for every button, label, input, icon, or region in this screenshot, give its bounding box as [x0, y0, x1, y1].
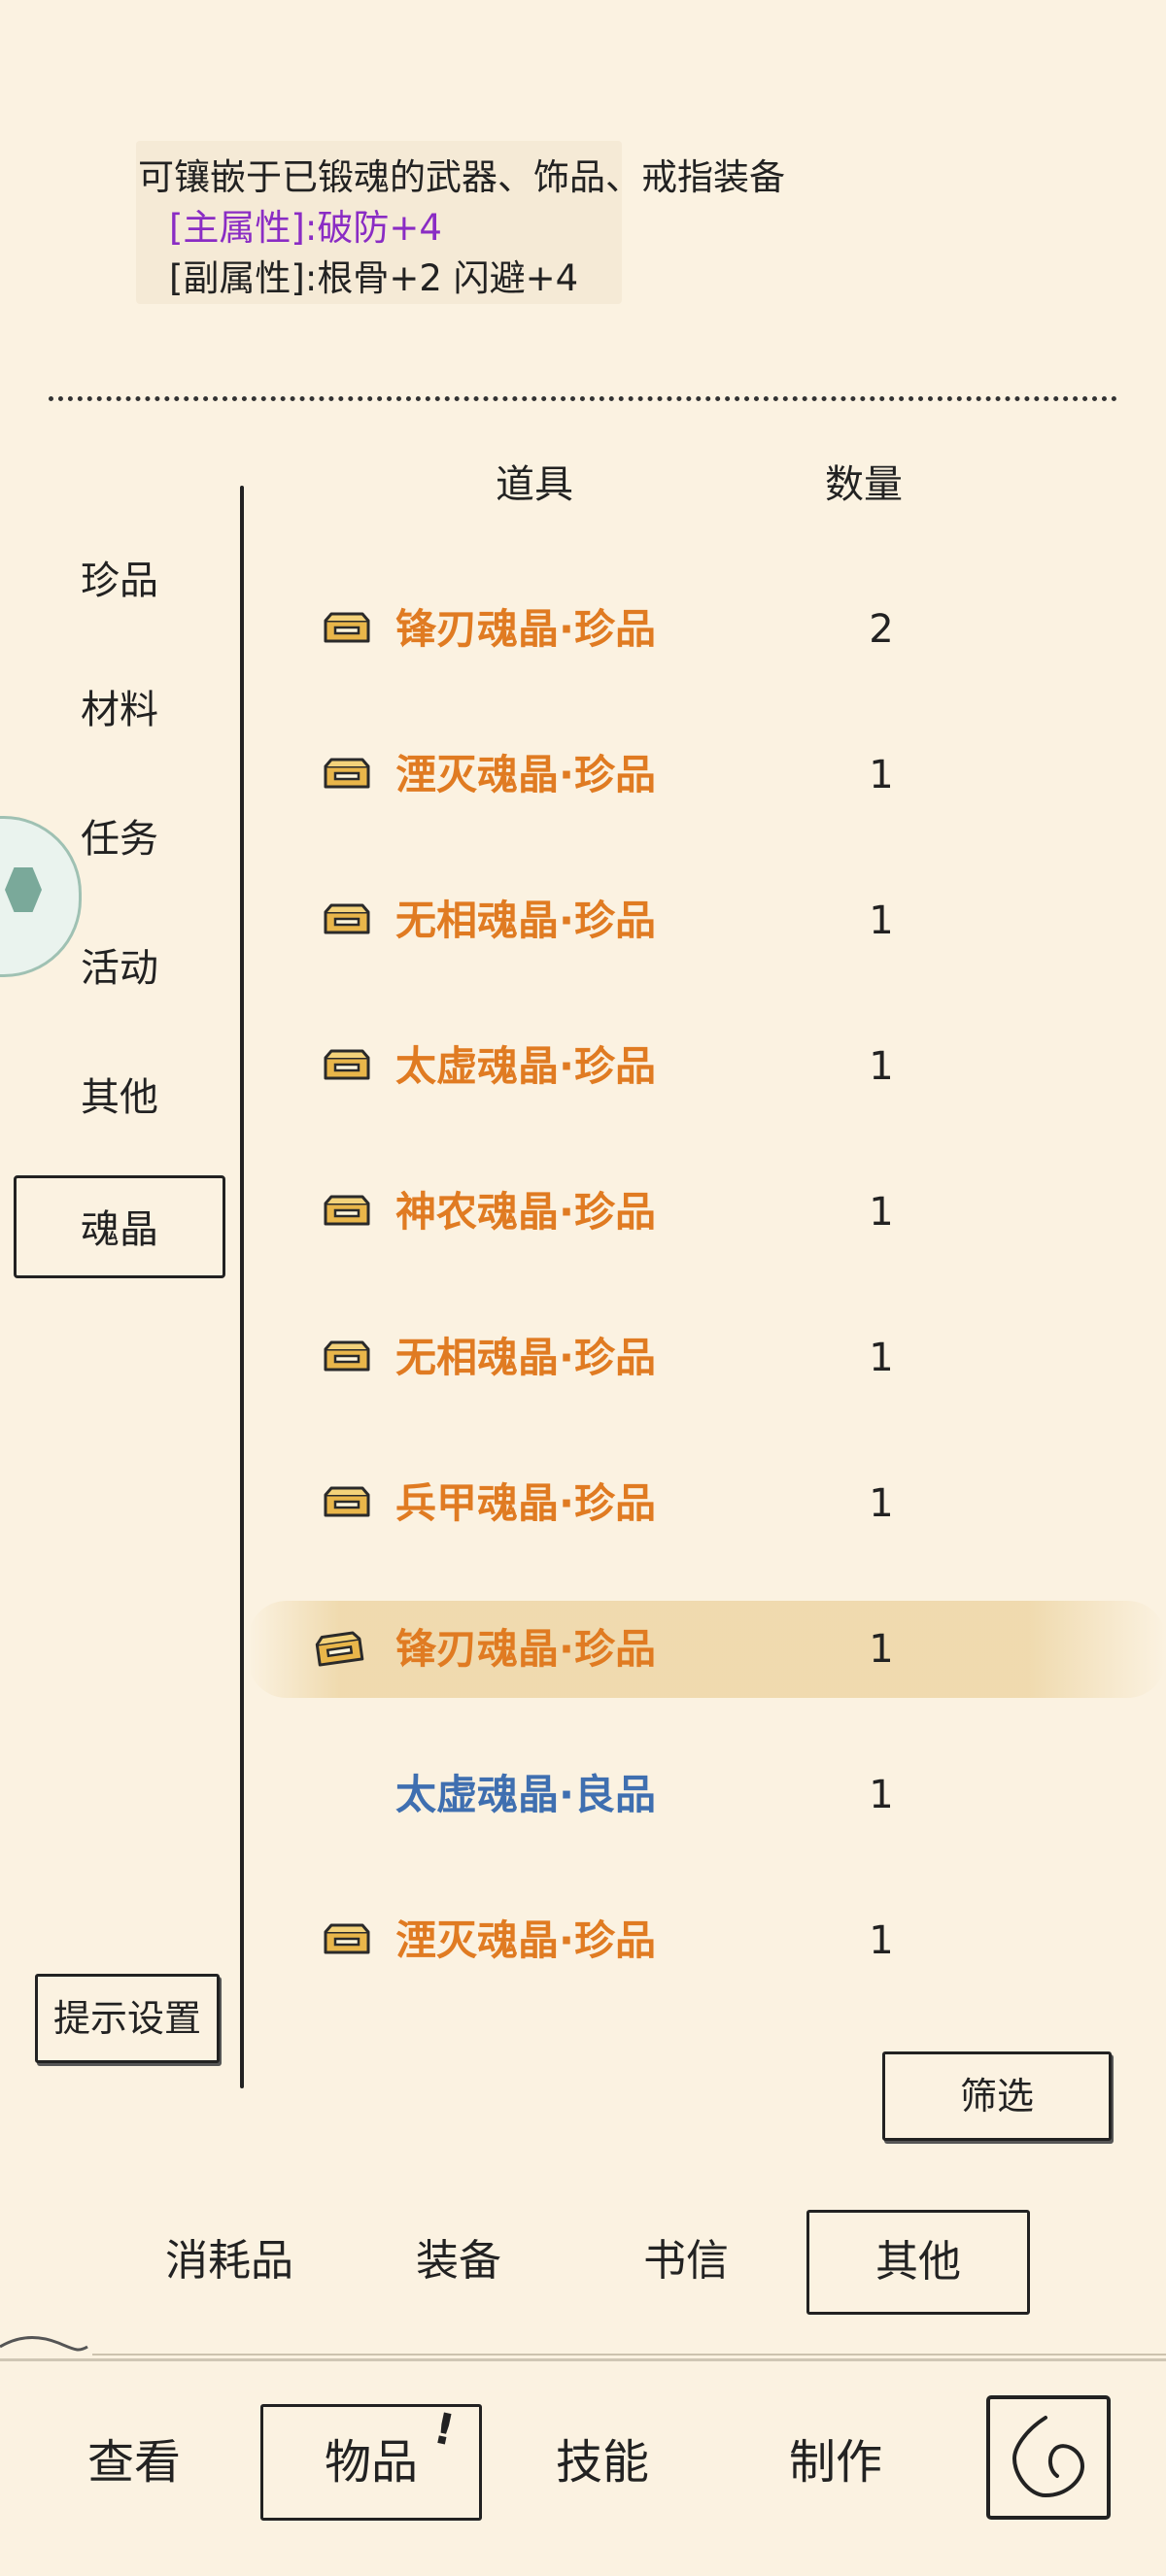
- chest-icon: [324, 758, 370, 789]
- chest-icon: [324, 612, 370, 643]
- decorative-wave: [0, 2335, 1166, 2356]
- item-row[interactable]: 兵甲魂晶·珍品 1: [248, 1455, 1166, 1552]
- chest-icon: [324, 1195, 370, 1226]
- item-row[interactable]: 太虚魂晶·良品 1: [248, 1746, 1166, 1844]
- description-text: 可镶嵌于已锻魂的武器、饰品、戒指装备: [138, 156, 785, 198]
- item-quantity: 1: [869, 1627, 894, 1672]
- side-tab-treasure[interactable]: 珍品: [14, 529, 225, 632]
- chest-icon: [324, 1486, 370, 1517]
- item-quantity: 1: [869, 1336, 894, 1380]
- item-quantity: 1: [869, 898, 894, 943]
- main-attribute: [主属性]:破防+4: [169, 207, 442, 249]
- nav-items-badge: !: [429, 2403, 460, 2457]
- item-row[interactable]: 神农魂晶·珍品 1: [248, 1164, 1166, 1261]
- back-arrow-icon: [986, 2395, 1111, 2520]
- nav-skills[interactable]: 技能: [556, 2423, 649, 2501]
- nav-items-label: 物品: [324, 2435, 418, 2490]
- chest-icon: [324, 1923, 370, 1954]
- side-tab-soul-crystal[interactable]: 魂晶: [14, 1175, 225, 1278]
- item-row[interactable]: 湮灭魂晶·珍品 1: [248, 1892, 1166, 1989]
- vertical-divider: [240, 486, 244, 2088]
- chest-icon: [315, 1631, 364, 1667]
- item-row[interactable]: 锋刃魂晶·珍品 2: [248, 581, 1166, 678]
- item-name: 锋刃魂晶·珍品: [395, 605, 656, 653]
- item-row[interactable]: 无相魂晶·珍品 1: [248, 872, 1166, 969]
- item-name: 兵甲魂晶·珍品: [395, 1479, 656, 1527]
- back-button[interactable]: [985, 2394, 1112, 2521]
- nav-view[interactable]: 查看: [87, 2423, 181, 2501]
- item-name: 湮灭魂晶·珍品: [395, 1916, 656, 1964]
- nav-craft[interactable]: 制作: [789, 2423, 882, 2501]
- item-quantity: 1: [869, 1190, 894, 1235]
- dotted-divider: [49, 396, 1117, 401]
- nav-items[interactable]: 物品 !: [260, 2403, 482, 2521]
- item-name: 太虚魂晶·良品: [395, 1771, 656, 1818]
- item-name: 无相魂晶·珍品: [395, 1334, 656, 1381]
- chest-icon: [324, 1340, 370, 1372]
- filter-button[interactable]: 筛选: [882, 2051, 1112, 2141]
- item-quantity: 1: [869, 1773, 894, 1817]
- sub-attribute: [副属性]:根骨+2 闪避+4: [169, 257, 579, 299]
- item-quantity: 2: [869, 607, 894, 652]
- item-row[interactable]: 太虚魂晶·珍品 1: [248, 1018, 1166, 1115]
- column-header-item: 道具: [496, 462, 573, 507]
- category-tab-equipment[interactable]: 装备: [416, 2227, 501, 2295]
- category-tab-letter[interactable]: 书信: [643, 2227, 729, 2295]
- item-name: 锋刃魂晶·珍品: [395, 1625, 656, 1673]
- item-row[interactable]: 湮灭魂晶·珍品 1: [248, 727, 1166, 824]
- category-tab-other[interactable]: 其他: [806, 2210, 1030, 2315]
- side-tab-material[interactable]: 材料: [14, 659, 225, 762]
- item-name: 太虚魂晶·珍品: [395, 1042, 656, 1090]
- side-tab-other[interactable]: 其他: [14, 1046, 225, 1149]
- nav-separator: [0, 2358, 1166, 2361]
- chest-icon: [324, 903, 370, 934]
- tip-settings-button[interactable]: 提示设置: [35, 1974, 220, 2063]
- item-name: 神农魂晶·珍品: [395, 1188, 656, 1236]
- item-quantity: 1: [869, 1481, 894, 1526]
- item-row[interactable]: 锋刃魂晶·珍品 1: [248, 1601, 1166, 1698]
- item-quantity: 1: [869, 753, 894, 797]
- item-quantity: 1: [869, 1918, 894, 1963]
- category-tab-consumable[interactable]: 消耗品: [165, 2227, 293, 2295]
- item-name: 无相魂晶·珍品: [395, 897, 656, 944]
- column-header-qty: 数量: [825, 462, 903, 507]
- item-row[interactable]: 无相魂晶·珍品 1: [248, 1309, 1166, 1407]
- chest-icon: [324, 1049, 370, 1080]
- item-quantity: 1: [869, 1044, 894, 1089]
- item-name: 湮灭魂晶·珍品: [395, 751, 656, 798]
